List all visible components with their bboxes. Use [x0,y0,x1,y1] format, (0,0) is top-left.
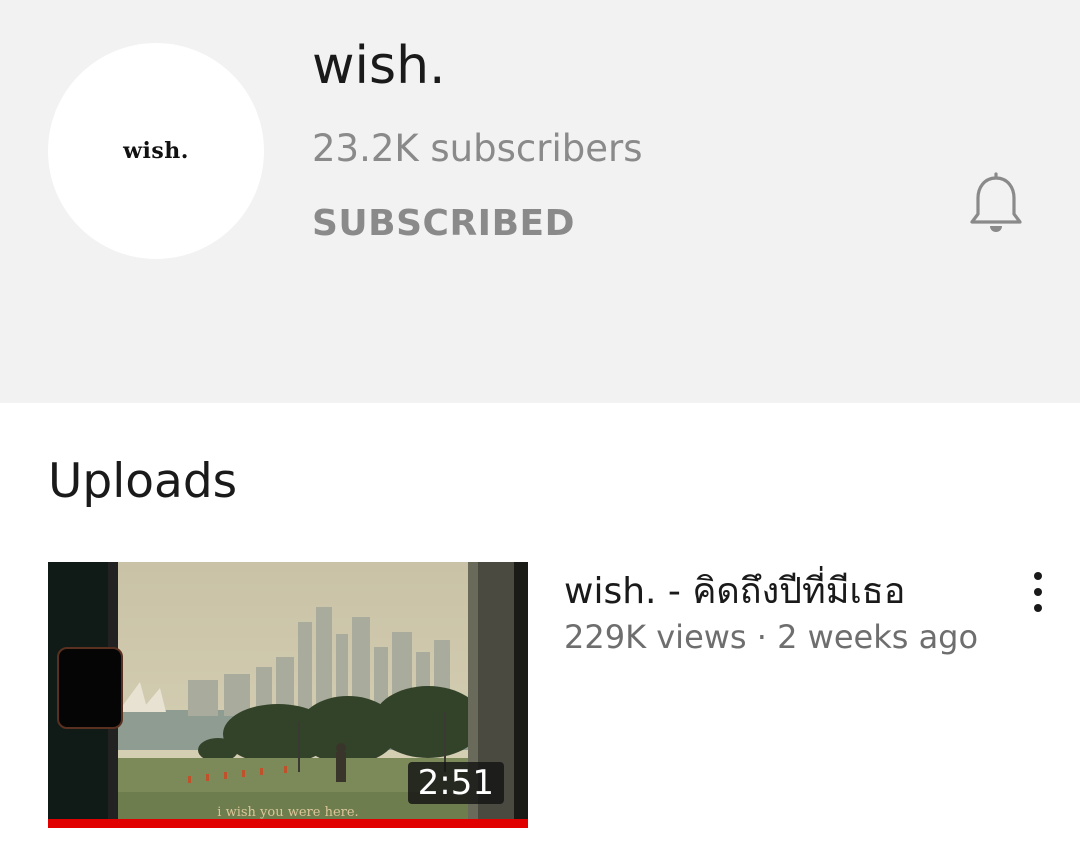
uploads-heading: Uploads [48,454,238,509]
channel-name: wish. [312,36,446,96]
video-subtitle-caption: i wish you were here. [217,805,359,820]
video-thumbnail[interactable]: i wish you were here. 2:51 [48,562,528,828]
bell-icon[interactable] [966,170,1026,236]
avatar-logo-text: wish. [123,138,189,164]
subscriber-count: 23.2K subscribers [312,127,643,170]
watch-progress-bar [48,819,528,828]
video-duration-badge: 2:51 [407,762,504,804]
video-metadata: 229K views · 2 weeks ago [564,618,979,656]
channel-avatar[interactable]: wish. [48,43,264,259]
video-title[interactable]: wish. - คิดถึงปีที่มีเธอ [564,570,905,613]
channel-header: wish. wish. 23.2K subscribers SUBSCRIBED [0,0,1080,403]
subscribed-button[interactable]: SUBSCRIBED [312,206,575,242]
more-vert-icon[interactable] [1022,568,1054,616]
video-list-item[interactable]: i wish you were here. 2:51 wish. - คิดถึ… [0,562,1080,830]
